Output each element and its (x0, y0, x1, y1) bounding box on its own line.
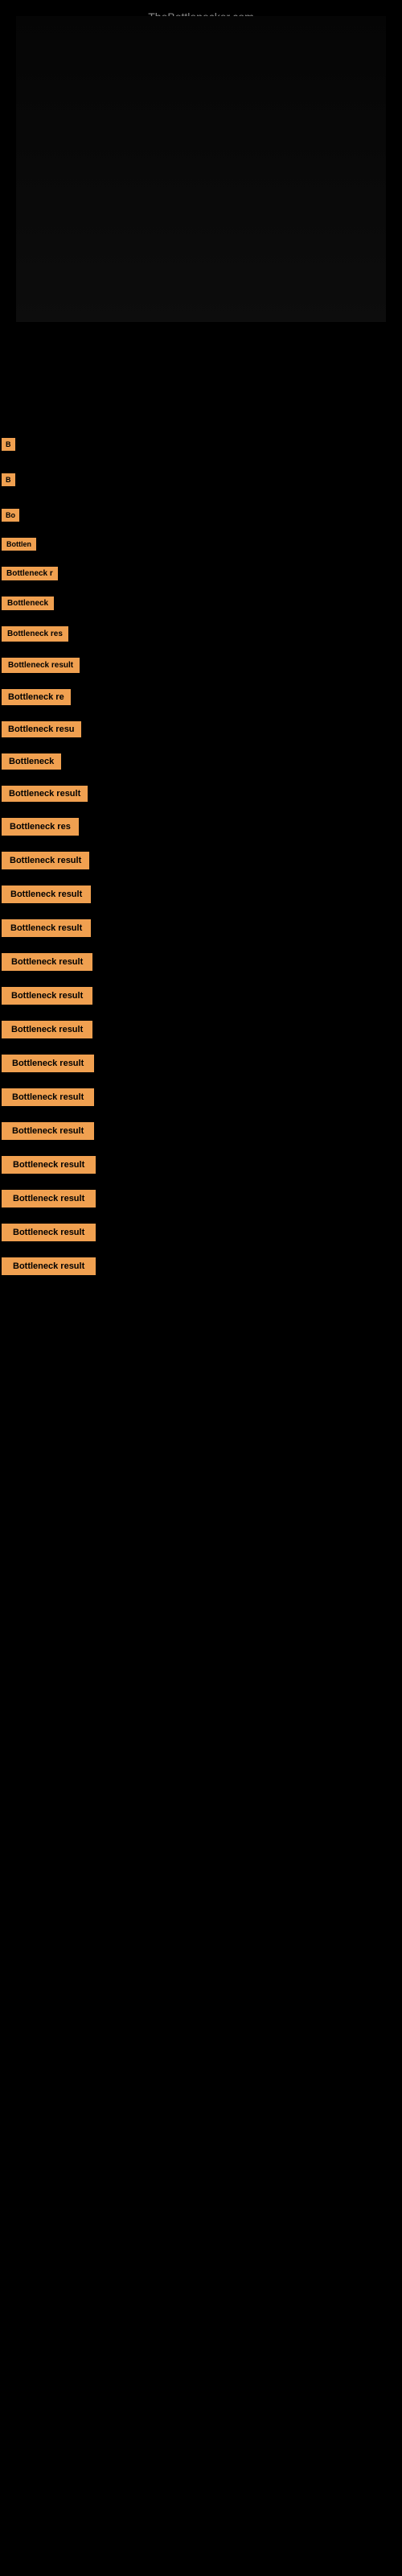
result-row: Bottleneck result (0, 1254, 402, 1278)
result-row: Bottleneck result (0, 782, 402, 805)
result-badge: Bottleneck resu (2, 721, 81, 737)
result-badge: Bottleneck result (2, 1088, 94, 1106)
result-row: Bottleneck result (0, 882, 402, 906)
result-row: Bottlen (0, 535, 402, 554)
result-row: Bottleneck (0, 593, 402, 613)
results-container: B B Bo Bottlen Bottleneck r Bottleneck B… (0, 322, 402, 1278)
result-badge: Bottleneck result (2, 919, 91, 937)
result-row: Bottleneck result (0, 1051, 402, 1075)
result-badge: Bottleneck result (2, 886, 91, 903)
result-badge: Bottleneck result (2, 852, 89, 869)
result-badge: Bottleneck result (2, 658, 80, 673)
result-badge: Bottleneck result (2, 1190, 96, 1208)
result-badge: Bottleneck result (2, 1021, 92, 1038)
result-row: Bottleneck result (0, 1085, 402, 1109)
result-badge: Bottleneck r (2, 567, 58, 580)
result-row: Bottleneck resu (0, 718, 402, 741)
result-badge: B (2, 438, 15, 451)
result-badge: Bottleneck res (2, 626, 68, 642)
result-row: Bo (0, 506, 402, 525)
result-badge: Bottleneck (2, 753, 61, 770)
result-row: Bottleneck r (0, 564, 402, 584)
result-row: Bottleneck res (0, 623, 402, 645)
result-badge: Bottleneck result (2, 1257, 96, 1275)
result-badge: Bottleneck (2, 597, 54, 610)
chart-area (16, 16, 386, 322)
result-row: Bottleneck result (0, 848, 402, 873)
result-badge: Bo (2, 509, 19, 522)
result-row: Bottleneck result (0, 1187, 402, 1211)
result-row: B (0, 470, 402, 489)
result-badge: Bottleneck result (2, 1122, 94, 1140)
result-badge: Bottleneck result (2, 953, 92, 971)
result-row: Bottleneck result (0, 984, 402, 1008)
result-badge: Bottleneck result (2, 1055, 94, 1072)
result-row: Bottleneck result (0, 950, 402, 974)
result-row: Bottleneck result (0, 654, 402, 676)
result-row: Bottleneck res (0, 815, 402, 839)
result-badge: Bottleneck result (2, 987, 92, 1005)
result-row: Bottleneck result (0, 1119, 402, 1143)
result-row: Bottleneck result (0, 1153, 402, 1177)
result-badge: Bottleneck result (2, 786, 88, 802)
result-badge: Bottleneck re (2, 689, 71, 705)
result-badge: Bottleneck res (2, 818, 79, 836)
result-row: Bottleneck result (0, 1220, 402, 1245)
result-badge: Bottleneck result (2, 1224, 96, 1241)
result-row: Bottleneck (0, 750, 402, 773)
result-badge: Bottleneck result (2, 1156, 96, 1174)
result-row: Bottleneck result (0, 916, 402, 940)
result-row: Bottleneck re (0, 686, 402, 708)
result-row: Bottleneck result (0, 1018, 402, 1042)
result-badge: B (2, 473, 15, 486)
result-badge: Bottlen (2, 538, 36, 551)
result-row: B (0, 435, 402, 454)
